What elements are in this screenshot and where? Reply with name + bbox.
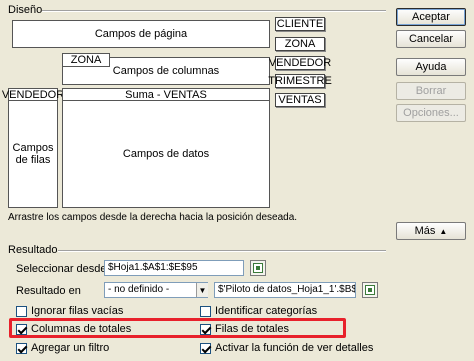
result-in-dropdown-value: - no definido - xyxy=(108,284,170,295)
checkbox-box xyxy=(16,305,27,317)
checkbox-box xyxy=(200,323,211,335)
drag-hint: Arrastre los campos desde la derecha hac… xyxy=(8,212,298,223)
layout-separator xyxy=(42,10,386,11)
delete-button[interactable]: Borrar xyxy=(396,82,466,100)
checkbox-box xyxy=(16,323,27,335)
field-button-cliente[interactable]: CLIENTE xyxy=(275,17,325,31)
add-filter-label: Agregar un filtro xyxy=(31,342,110,354)
identify-categories-label: Identificar categorías xyxy=(215,305,318,317)
row-fields-label: Campos de filas xyxy=(12,142,54,166)
result-section-title: Resultado xyxy=(8,244,58,256)
drill-down-checkbox[interactable]: Activar la función de ver detalles xyxy=(200,342,373,354)
result-in-dropdown[interactable]: - no definido - xyxy=(104,282,208,298)
result-in-field[interactable]: $'Piloto de datos_Hoja1_1'.$B$1 xyxy=(214,282,356,298)
dropdown-arrow-icon[interactable]: ▼ xyxy=(196,283,208,297)
ignore-empty-rows-label: Ignorar filas vacías xyxy=(31,305,124,317)
column-fields-label: Campos de columnas xyxy=(112,65,220,77)
field-button-vendedor[interactable]: VENDEDOR xyxy=(269,56,331,70)
select-from-shrink-button[interactable] xyxy=(250,260,266,276)
field-button-trimestre[interactable]: TRIMESTRE xyxy=(268,74,332,88)
row-totals-checkbox[interactable]: Filas de totales xyxy=(200,323,289,335)
accept-button[interactable]: Aceptar xyxy=(396,8,466,26)
column-totals-checkbox[interactable]: Columnas de totales xyxy=(16,323,131,335)
select-from-field[interactable]: $Hoja1.$A$1:$E$95 xyxy=(104,260,244,276)
field-button-ventas[interactable]: VENTAS xyxy=(275,93,325,107)
shrink-icon xyxy=(253,263,263,273)
options-button[interactable]: Opciones... xyxy=(396,104,466,122)
ignore-empty-rows-checkbox[interactable]: Ignorar filas vacías xyxy=(16,305,123,317)
row-totals-label: Filas de totales xyxy=(215,323,289,335)
column-field-zona-header[interactable]: ZONA xyxy=(62,53,110,67)
double-chevron-up-icon: ▲ xyxy=(439,226,448,236)
layout-section-title: Diseño xyxy=(8,4,43,16)
more-button[interactable]: Más ▲ xyxy=(396,222,466,240)
field-button-zona[interactable]: ZONA xyxy=(275,37,325,51)
checkbox-box xyxy=(16,342,27,354)
page-fields-label: Campos de página xyxy=(94,28,188,40)
more-button-label: Más xyxy=(414,225,436,237)
page-fields-area[interactable]: Campos de página xyxy=(12,20,270,48)
data-fields-area[interactable]: Campos de datos xyxy=(62,100,270,208)
data-fields-label: Campos de datos xyxy=(122,148,210,160)
column-totals-label: Columnas de totales xyxy=(31,323,132,335)
result-in-shrink-button[interactable] xyxy=(362,282,378,298)
result-separator xyxy=(58,250,386,251)
checkbox-box xyxy=(200,342,211,354)
help-button[interactable]: Ayuda xyxy=(396,58,466,76)
row-fields-area[interactable]: Campos de filas xyxy=(8,100,58,208)
drill-down-label: Activar la función de ver detalles xyxy=(215,342,374,354)
shrink-icon xyxy=(365,285,375,295)
add-filter-checkbox[interactable]: Agregar un filtro xyxy=(16,342,109,354)
result-in-label: Resultado en xyxy=(16,285,81,297)
identify-categories-checkbox[interactable]: Identificar categorías xyxy=(200,305,317,317)
select-from-label: Seleccionar desde xyxy=(16,263,107,275)
checkbox-box xyxy=(200,305,211,317)
cancel-button[interactable]: Cancelar xyxy=(396,30,466,48)
